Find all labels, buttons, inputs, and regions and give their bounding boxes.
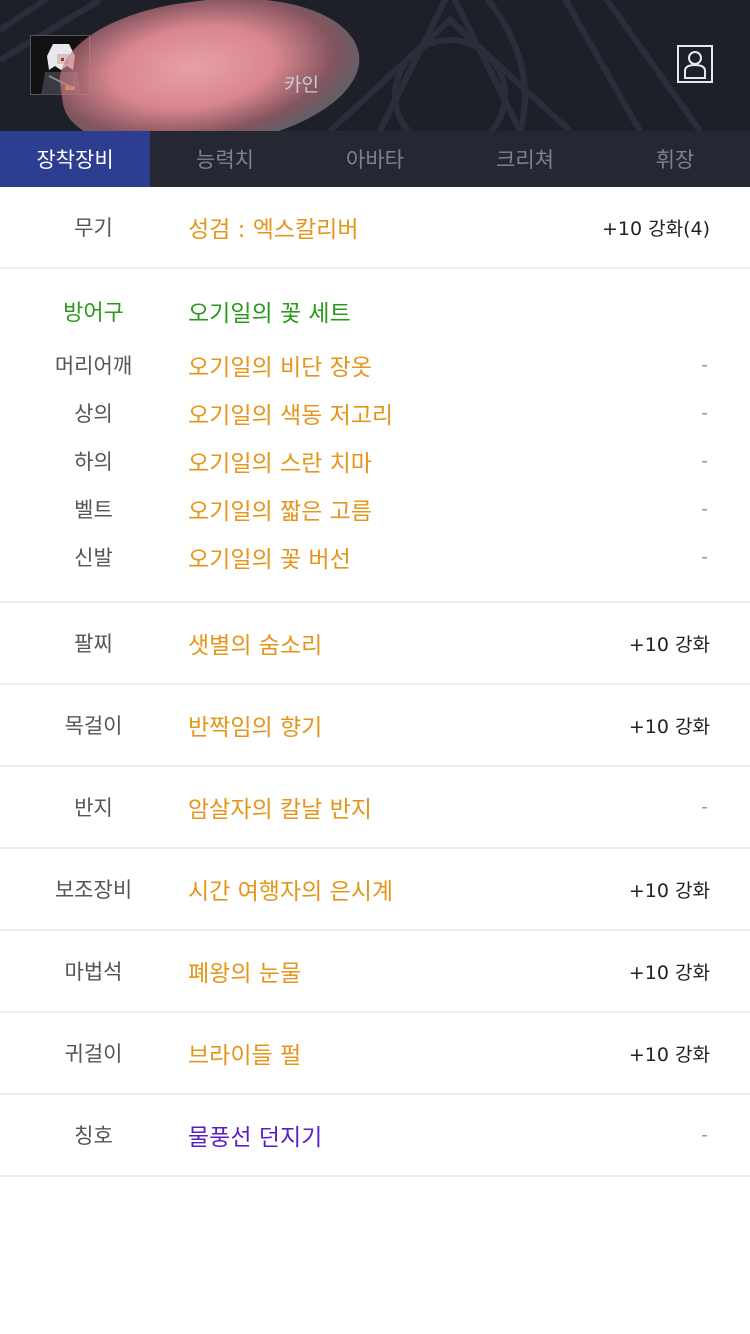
slot-label: 보조장비 xyxy=(54,878,133,902)
equipment-row-bracelet[interactable]: 팔찌 샛별의 숨소리 +10 강화 xyxy=(0,603,750,683)
armor-set-row[interactable]: 방어구 오기일의 꽃 세트 xyxy=(0,287,750,335)
item-name: 오기일의 스란 치마 xyxy=(188,451,372,477)
enhance-level: +10 강화 xyxy=(628,715,710,738)
armor-section: 방어구 오기일의 꽃 세트 머리어깨 오기일의 비단 장옷 - 상의 오기일의 … xyxy=(0,269,750,603)
item-name: 반짝임의 향기 xyxy=(188,715,323,741)
enhance-level: - xyxy=(701,402,708,424)
magic-stone-section: 마법석 폐왕의 눈물 +10 강화 xyxy=(0,931,750,1013)
equipment-row-ring[interactable]: 반지 암살자의 칼날 반지 - xyxy=(0,767,750,847)
slot-label: 신발 xyxy=(74,546,113,570)
enhance-level: +10 강화 xyxy=(628,961,710,984)
equipment-row-magic-stone[interactable]: 마법석 폐왕의 눈물 +10 강화 xyxy=(0,931,750,1011)
enhance-level: - xyxy=(701,1124,708,1146)
earring-section: 귀걸이 브라이들 펄 +10 강화 xyxy=(0,1013,750,1095)
item-name: 시간 여행자의 은시계 xyxy=(188,879,394,905)
ring-section: 반지 암살자의 칼날 반지 - xyxy=(0,767,750,849)
slot-label: 머리어깨 xyxy=(54,354,133,378)
equipment-row-support[interactable]: 보조장비 시간 여행자의 은시계 +10 강화 xyxy=(0,849,750,929)
profile-button[interactable] xyxy=(677,45,713,83)
equipment-row-earring[interactable]: 귀걸이 브라이들 펄 +10 강화 xyxy=(0,1013,750,1093)
equipment-row-title[interactable]: 칭호 물풍선 던지기 - xyxy=(0,1095,750,1175)
enhance-level: - xyxy=(701,354,708,376)
character-server-name: 카인 xyxy=(284,74,319,96)
tab-creature[interactable]: 크리쳐 xyxy=(450,131,600,187)
equipment-row-belt[interactable]: 벨트 오기일의 짧은 고름 - xyxy=(0,485,750,533)
enhance-level: - xyxy=(701,546,708,568)
necklace-section: 목걸이 반짝임의 향기 +10 강화 xyxy=(0,685,750,767)
equipment-row-weapon[interactable]: 무기 성검 : 엑스칼리버 +10 강화(4) xyxy=(0,187,750,267)
enhance-level: +10 강화 xyxy=(628,879,710,902)
tab-stats[interactable]: 능력치 xyxy=(150,131,300,187)
slot-label: 귀걸이 xyxy=(64,1042,123,1066)
title-section: 칭호 물풍선 던지기 - xyxy=(0,1095,750,1177)
enhance-level: - xyxy=(701,498,708,520)
slot-label: 하의 xyxy=(74,450,113,474)
slot-label: 방어구 xyxy=(63,301,124,326)
tab-bar: 장착장비 능력치 아바타 크리쳐 휘장 xyxy=(0,131,750,187)
equipment-row-shoes[interactable]: 신발 오기일의 꽃 버선 - xyxy=(0,533,750,581)
equipment-row-head-shoulder[interactable]: 머리어깨 오기일의 비단 장옷 - xyxy=(0,341,750,389)
character-header: 카인 xyxy=(0,0,750,131)
slot-label: 무기 xyxy=(74,216,113,240)
user-profile-icon xyxy=(684,51,706,79)
enhance-level: +10 강화 xyxy=(628,633,710,656)
slot-label: 칭호 xyxy=(74,1124,113,1148)
tab-avatar[interactable]: 아바타 xyxy=(300,131,450,187)
equipment-row-necklace[interactable]: 목걸이 반짝임의 향기 +10 강화 xyxy=(0,685,750,765)
item-name: 암살자의 칼날 반지 xyxy=(188,797,372,823)
equipment-row-bottom[interactable]: 하의 오기일의 스란 치마 - xyxy=(0,437,750,485)
equipment-row-top[interactable]: 상의 오기일의 색동 저고리 - xyxy=(0,389,750,437)
enhance-level: +10 강화 xyxy=(628,1043,710,1066)
slot-label: 마법석 xyxy=(64,960,123,984)
enhance-level: +10 강화(4) xyxy=(601,217,710,240)
item-name: 물풍선 던지기 xyxy=(188,1125,323,1151)
slot-label: 목걸이 xyxy=(64,714,123,738)
item-name: 성검 : 엑스칼리버 xyxy=(188,217,359,243)
item-name: 폐왕의 눈물 xyxy=(188,961,302,987)
slot-label: 벨트 xyxy=(74,498,113,522)
slot-label: 팔찌 xyxy=(74,632,113,656)
slot-label: 반지 xyxy=(74,796,113,820)
item-name: 오기일의 꽃 버선 xyxy=(188,547,351,573)
tab-equipment[interactable]: 장착장비 xyxy=(0,131,150,187)
item-name: 오기일의 비단 장옷 xyxy=(188,355,372,381)
slot-label: 상의 xyxy=(74,402,113,426)
support-equipment-section: 보조장비 시간 여행자의 은시계 +10 강화 xyxy=(0,849,750,931)
enhance-level: - xyxy=(701,450,708,472)
tab-insignia[interactable]: 휘장 xyxy=(600,131,750,187)
item-name: 샛별의 숨소리 xyxy=(188,633,323,659)
bracelet-section: 팔찌 샛별의 숨소리 +10 강화 xyxy=(0,603,750,685)
item-name: 오기일의 짧은 고름 xyxy=(188,499,372,525)
item-name: 오기일의 색동 저고리 xyxy=(188,403,394,429)
weapon-section: 무기 성검 : 엑스칼리버 +10 강화(4) xyxy=(0,187,750,269)
set-name: 오기일의 꽃 세트 xyxy=(188,301,351,327)
item-name: 브라이들 펄 xyxy=(188,1043,302,1069)
enhance-level: - xyxy=(701,796,708,818)
